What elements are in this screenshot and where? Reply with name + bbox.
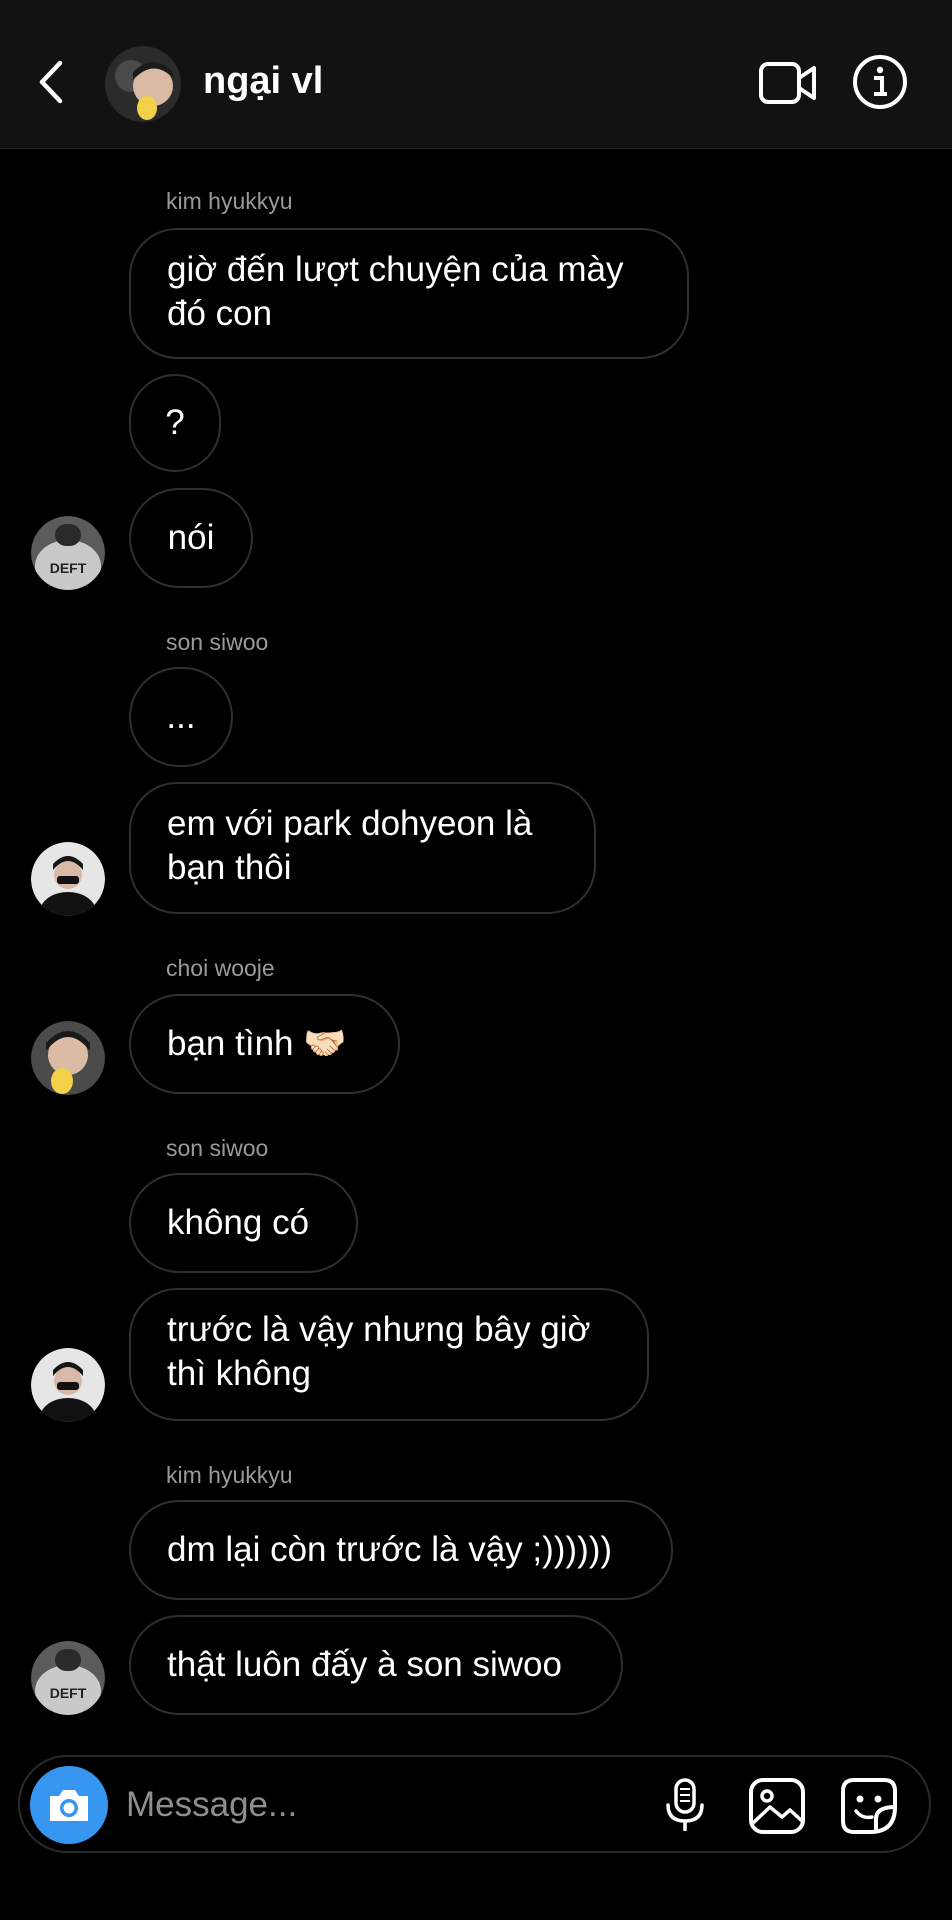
message-bubble[interactable]: trước là vậy nhưng bây giờ thì không [129, 1288, 649, 1421]
message-line: em với park dohyeon là [167, 804, 533, 843]
message-bubble[interactable]: dm lại còn trước là vậy ;)))))) [129, 1500, 673, 1600]
avatar-caption: DEFT [50, 560, 87, 576]
camera-button[interactable] [30, 1766, 108, 1844]
sticker-icon[interactable] [840, 1777, 898, 1835]
image-icon[interactable] [748, 1777, 806, 1835]
chat-title[interactable]: ngại vl [203, 56, 323, 106]
message-text: dm lại còn trước là vậy ;)))))) [167, 1530, 613, 1569]
video-camera-icon[interactable] [758, 58, 818, 108]
microphone-icon[interactable] [660, 1777, 710, 1835]
message-line: giờ đến lượt chuyện của mày [167, 250, 624, 289]
message-bubble[interactable]: giờ đến lượt chuyện của mày đó con [129, 228, 689, 359]
group-avatar[interactable] [105, 46, 181, 122]
chat-header: ngại vl [0, 0, 952, 149]
message-bubble[interactable]: không có [129, 1173, 358, 1273]
avatar[interactable]: DEFT [31, 1641, 105, 1715]
message-text: không có [167, 1203, 310, 1242]
avatar-caption: DEFT [50, 1685, 87, 1701]
message-text: thật luôn đấy à son siwoo [167, 1645, 562, 1684]
message-text: bạn tình 🤝🏻 [167, 1024, 347, 1063]
message-bubble[interactable]: bạn tình 🤝🏻 [129, 994, 400, 1094]
avatar[interactable] [31, 1348, 105, 1422]
sender-name: son siwoo [166, 1135, 269, 1161]
message-composer [18, 1755, 931, 1853]
info-icon[interactable] [852, 54, 908, 110]
message-bubble[interactable]: thật luôn đấy à son siwoo [129, 1615, 623, 1715]
sender-name: kim hyukkyu [166, 1462, 293, 1488]
message-text: nói [167, 518, 215, 557]
message-bubble[interactable]: ? [129, 374, 221, 472]
avatar[interactable] [31, 1021, 105, 1095]
message-text: ... [166, 697, 196, 736]
avatar[interactable] [31, 842, 105, 916]
message-text: ? [165, 403, 185, 442]
message-line: thì không [167, 1354, 311, 1393]
sender-name: son siwoo [166, 629, 269, 655]
avatar[interactable]: DEFT [31, 516, 105, 590]
message-line: trước là vậy nhưng bây giờ [167, 1310, 591, 1349]
camera-icon [50, 1790, 88, 1821]
chevron-left-icon[interactable] [30, 55, 74, 109]
message-bubble[interactable]: em với park dohyeon là bạn thôi [129, 782, 596, 914]
sender-name: kim hyukkyu [166, 188, 293, 214]
message-line: đó con [167, 294, 273, 333]
message-input[interactable] [124, 1775, 648, 1835]
message-line: bạn thôi [167, 848, 292, 887]
sender-name: choi wooje [166, 955, 275, 981]
message-bubble[interactable]: ... [129, 667, 233, 767]
message-bubble[interactable]: nói [129, 488, 253, 588]
